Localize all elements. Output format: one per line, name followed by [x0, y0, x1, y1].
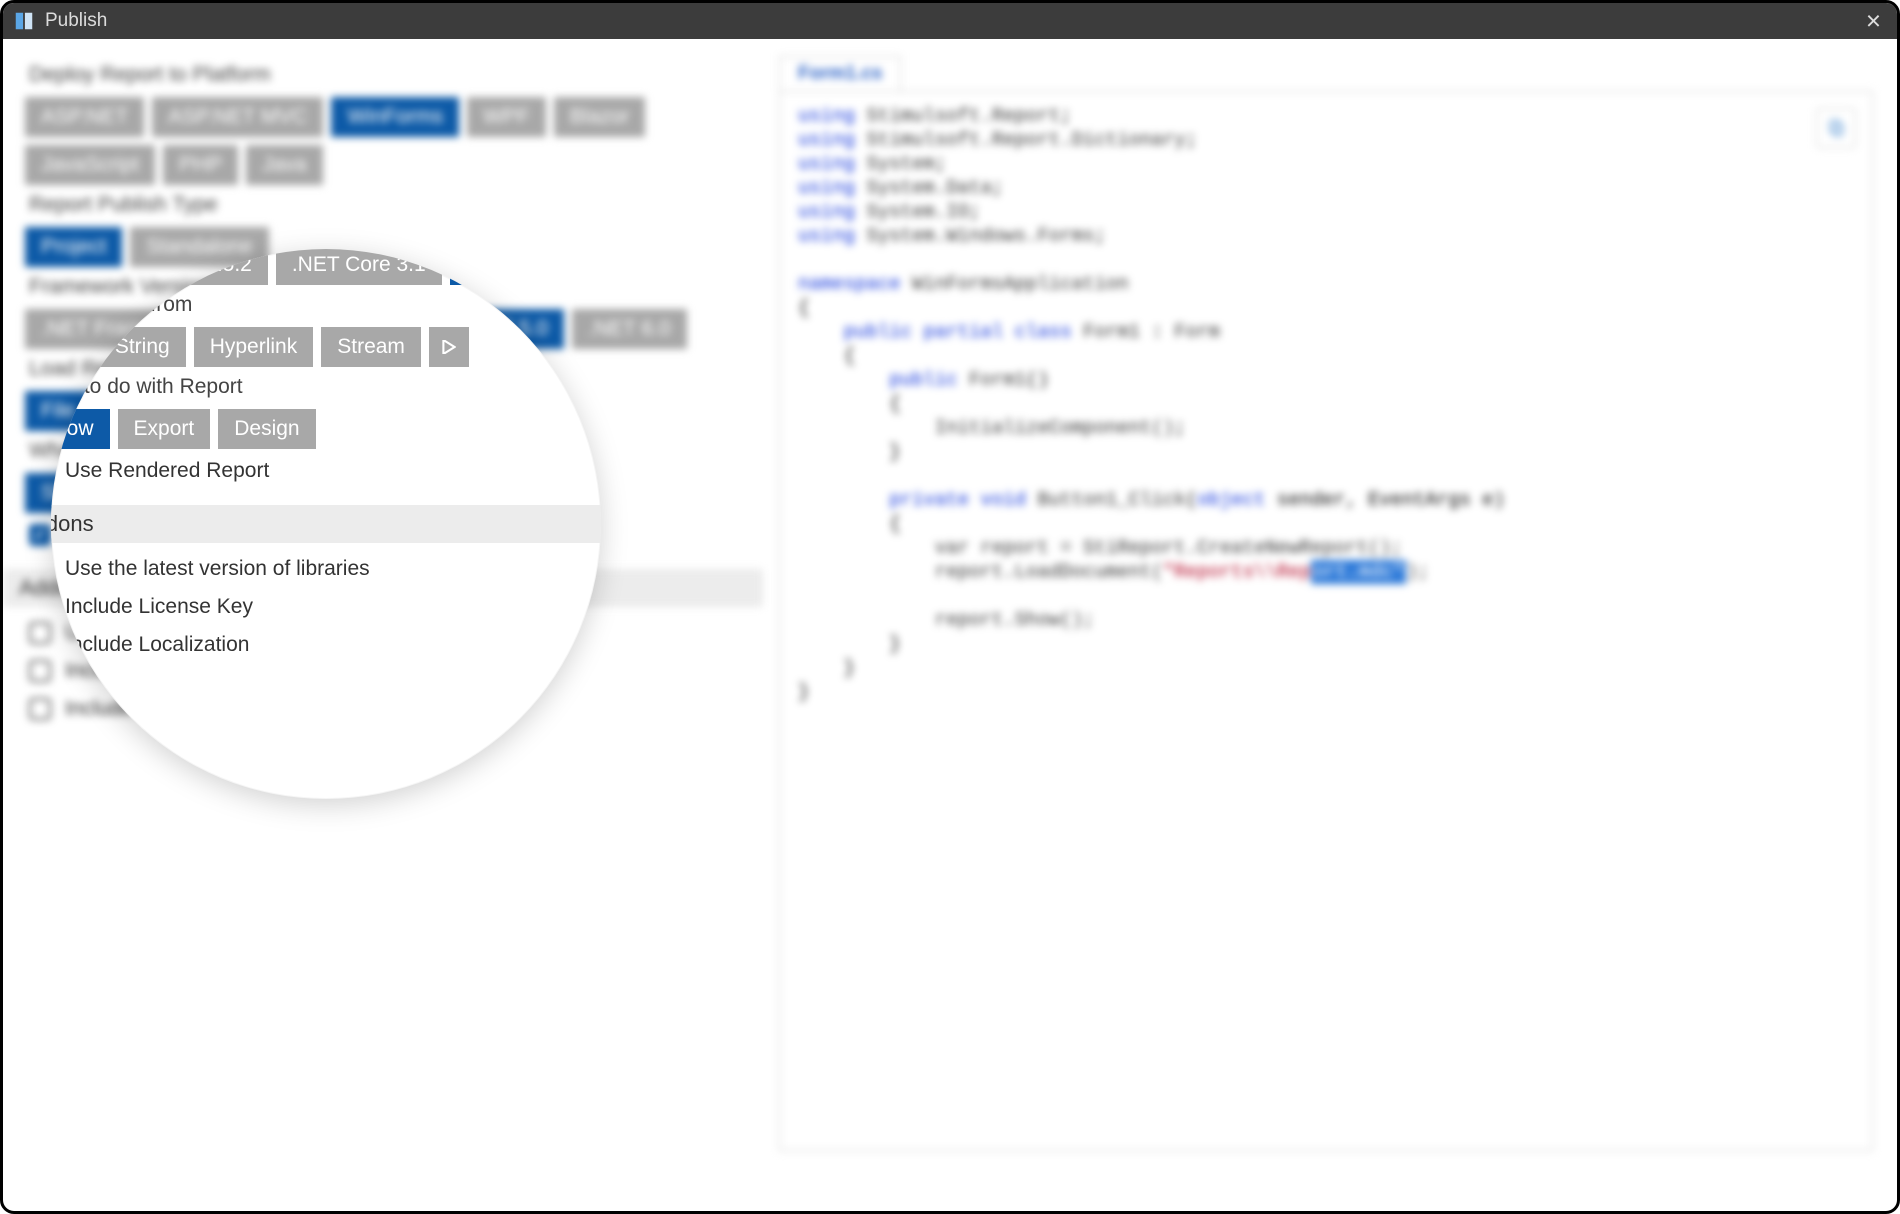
focus-lens-content: Deploy Report to Platform ASP.NET ASP.NE…	[51, 249, 601, 661]
load-string-sharp[interactable]: String	[99, 327, 186, 367]
addon-latest-libs-sharp[interactable]: Use the latest version of libraries	[51, 557, 601, 581]
addon-license-key-checkbox[interactable]	[29, 660, 51, 682]
label-action-sharp: What to do with Report	[51, 375, 601, 399]
deploy-java[interactable]: Java	[246, 145, 322, 185]
titlebar: Publish ×	[3, 3, 1897, 39]
code-selected-text: ort.mdc"	[1311, 560, 1406, 584]
action-row-sharp: Show Export Design	[51, 409, 601, 449]
action-show-sharp[interactable]: Show	[51, 409, 110, 449]
load-stream-sharp[interactable]: Stream	[321, 327, 421, 367]
addon-license-key-sharp[interactable]: Include License Key	[51, 595, 601, 619]
dialog-body: Deploy Report to Platform ASP.NET ASP.NE…	[3, 39, 1897, 1211]
deploy-wpf[interactable]: WPF	[467, 97, 546, 137]
framework-row-sharp: .NET Framework 4.5.2 .NET Core 3.1 .NET …	[51, 249, 601, 285]
deploy-php[interactable]: PHP	[163, 145, 238, 185]
load-play-icon-sharp[interactable]	[429, 327, 469, 367]
focus-lens: Deploy Report to Platform ASP.NET ASP.NE…	[51, 249, 601, 799]
addon-latest-libs-checkbox[interactable]	[29, 622, 51, 644]
left-panel: Deploy Report to Platform ASP.NET ASP.NE…	[3, 39, 763, 1211]
addon-localization-sharp[interactable]: Include Localization	[51, 633, 601, 657]
deploy-js[interactable]: JavaScript	[25, 145, 155, 185]
action-design-sharp[interactable]: Design	[218, 409, 315, 449]
label-deploy: Deploy Report to Platform	[29, 63, 763, 87]
app-logo-icon	[13, 10, 35, 32]
load-hyperlink-sharp[interactable]: Hyperlink	[194, 327, 314, 367]
addon-localization-checkbox[interactable]	[29, 698, 51, 720]
addons-list-sharp: Use the latest version of libraries Incl…	[51, 557, 601, 657]
addons-header-sharp: Addons	[51, 505, 601, 543]
deploy-row: ASP.NET ASP.NET MVC WinForms WPF Blazor …	[25, 97, 763, 185]
code-tabs: Form1.cs	[779, 55, 1873, 91]
code-preview: using Stimulsoft.Report; using Stimulsof…	[779, 91, 1873, 1151]
label-loadfrom-sharp: Load Report from	[51, 293, 601, 317]
action-export-sharp[interactable]: Export	[118, 409, 211, 449]
deploy-aspnetmvc[interactable]: ASP.NET MVC	[152, 97, 323, 137]
deploy-aspnet[interactable]: ASP.NET	[25, 97, 144, 137]
copy-icon	[1826, 118, 1846, 138]
load-file-sharp[interactable]: File	[51, 327, 91, 367]
fw-net50-sharp[interactable]: .NET 5.0	[450, 249, 564, 285]
loadfrom-row-sharp: File String Hyperlink Stream	[51, 327, 601, 367]
right-panel: Form1.cs using Stimulsoft.Report; using …	[763, 39, 1897, 1211]
label-publishtype: Report Publish Type	[29, 193, 763, 217]
use-rendered-row-sharp[interactable]: ✓ Use Rendered Report	[51, 459, 601, 483]
fw-net60-sharp[interactable]: .NET 6.0	[572, 249, 601, 285]
use-rendered-label-sharp: Use Rendered Report	[65, 459, 269, 483]
copy-code-button[interactable]	[1816, 108, 1856, 148]
tab-form1[interactable]: Form1.cs	[779, 56, 901, 92]
fw-net452-sharp[interactable]: .NET Framework 4.5.2	[51, 249, 268, 285]
use-rendered-checkbox[interactable]: ✓	[29, 524, 51, 546]
window-title: Publish	[45, 10, 107, 32]
fw-netcore31-sharp[interactable]: .NET Core 3.1	[276, 249, 442, 285]
deploy-blazor[interactable]: Blazor	[554, 97, 646, 137]
publish-dialog: Publish × Deploy Report to Platform ASP.…	[0, 0, 1900, 1214]
close-icon[interactable]: ×	[1866, 6, 1881, 37]
deploy-winforms[interactable]: WinForms	[331, 97, 459, 137]
